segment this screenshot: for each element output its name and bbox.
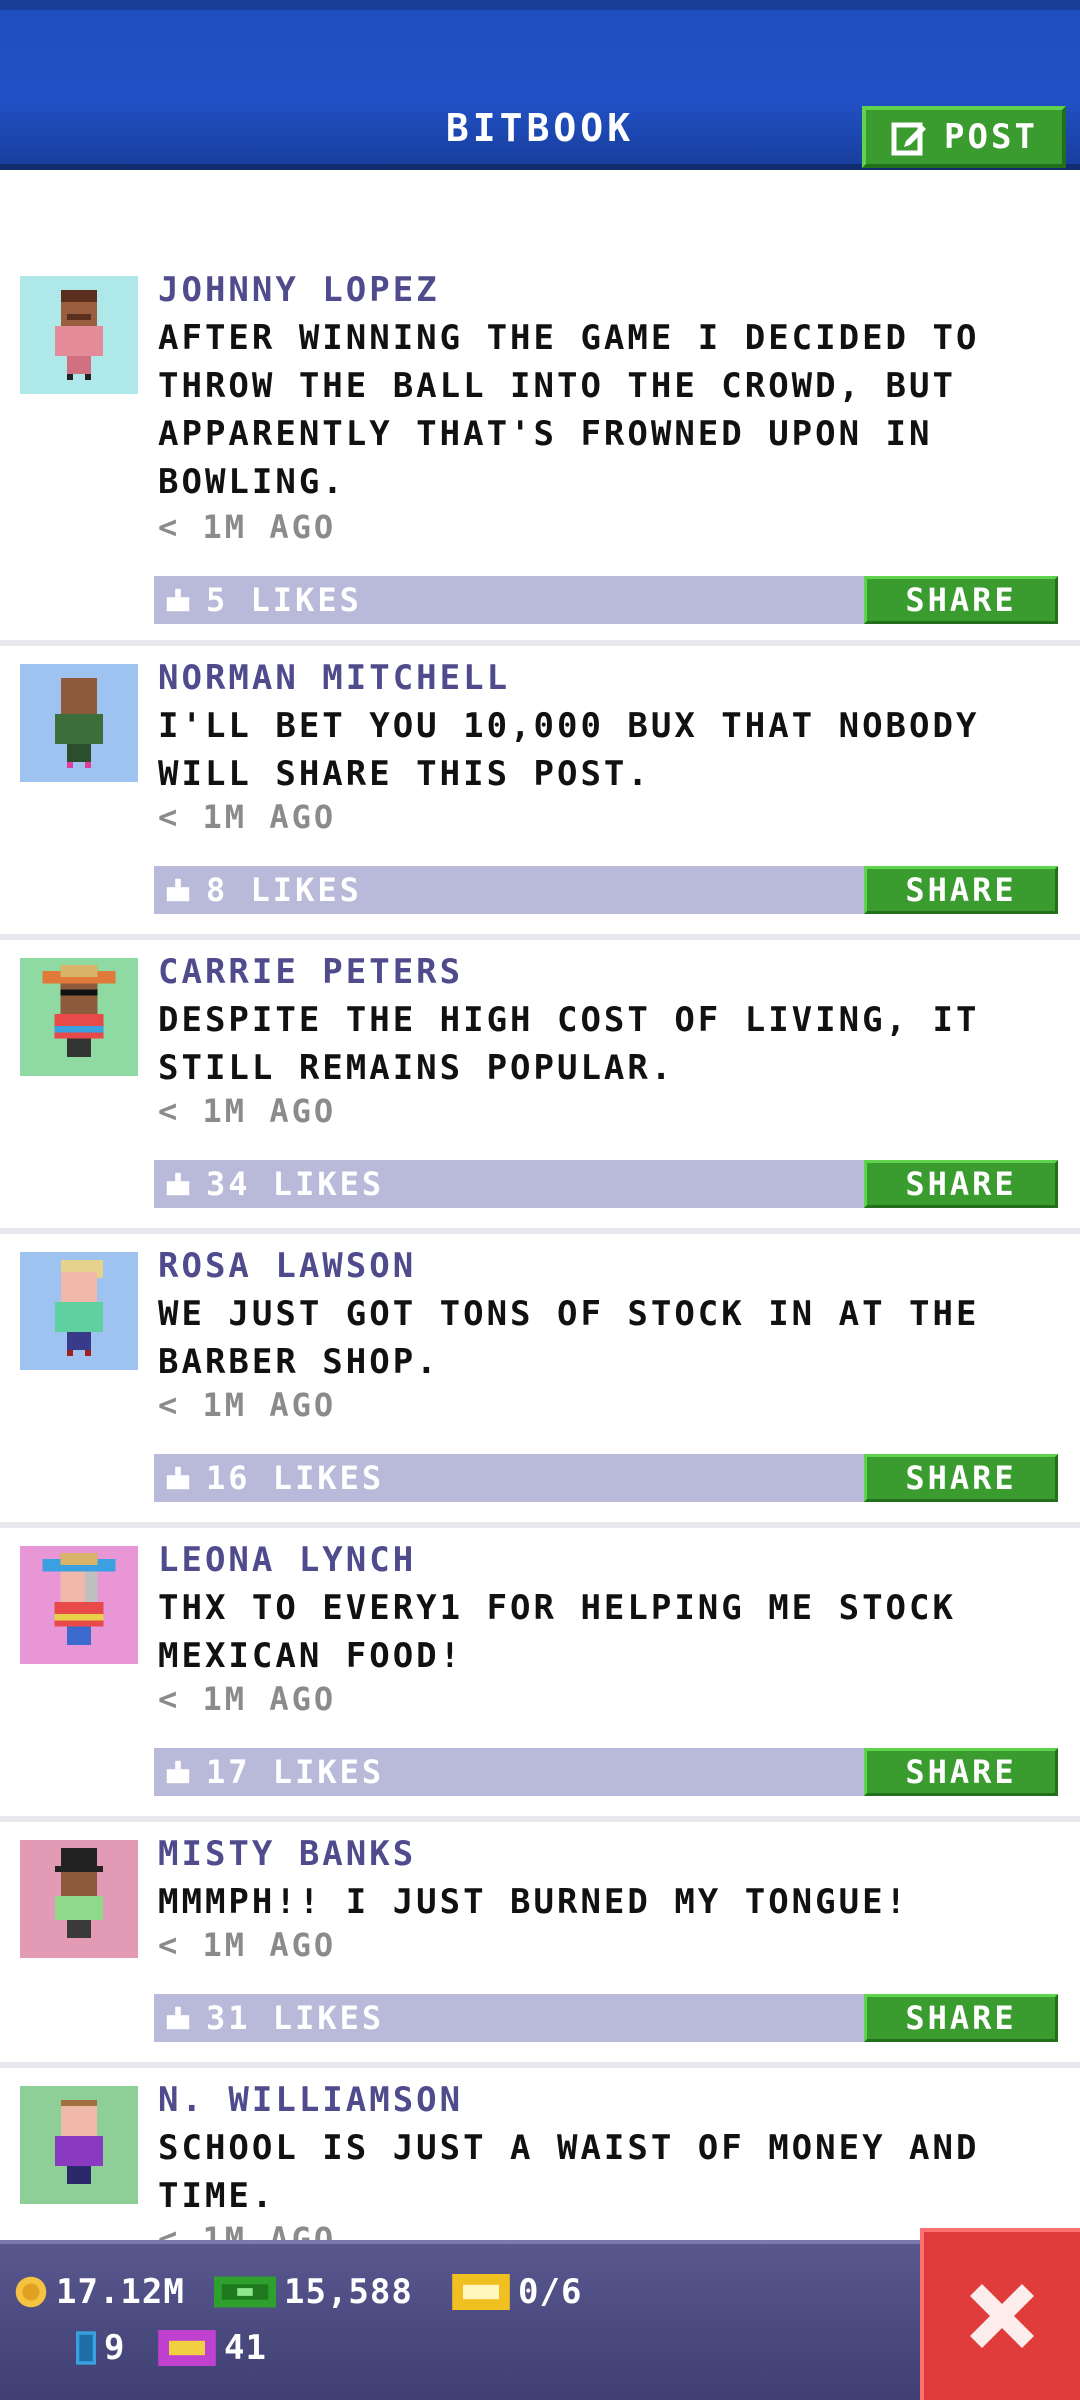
likes-bar: 16 LIKES SHARE xyxy=(154,1454,1058,1502)
coin-icon xyxy=(15,2276,47,2308)
feed-list[interactable]: JOHNNY LOPEZ AFTER WINNING THE GAME I DE… xyxy=(0,176,1080,2240)
feed-post: CARRIE PETERS DESPITE THE HIGH COST OF L… xyxy=(0,940,1080,1234)
post-author[interactable]: ROSA LAWSON xyxy=(158,1246,416,1286)
avatar xyxy=(20,958,138,1076)
post-text: DESPITE THE HIGH COST OF LIVING, IT STIL… xyxy=(158,1000,980,1088)
share-button[interactable]: SHARE xyxy=(864,1454,1058,1502)
post-button-label: POST xyxy=(944,117,1038,157)
post-text: SCHOOL IS JUST A WAIST OF MONEY AND TIME… xyxy=(158,2128,980,2216)
likes-count: 8 LIKES xyxy=(206,871,362,909)
tickets-stat: 0/6 xyxy=(452,2272,582,2312)
feed-post: LEONA LYNCH THX TO EVERY1 FOR HELPING ME… xyxy=(0,1528,1080,1822)
bux-stat: 15,588 xyxy=(214,2272,413,2312)
thumbs-up-icon xyxy=(166,588,190,612)
likes-bar: 8 LIKES SHARE xyxy=(154,866,1058,914)
post-text: MMMPH!! I JUST BURNED MY TONGUE! xyxy=(158,1882,910,1922)
likes-bar: 5 LIKES SHARE xyxy=(154,576,1058,624)
avatar xyxy=(20,2086,138,2204)
ticket-icon xyxy=(452,2274,510,2310)
tickets-value: 0/6 xyxy=(518,2272,583,2312)
close-icon xyxy=(970,2284,1034,2348)
likes-bar: 31 LIKES SHARE xyxy=(154,1994,1058,2042)
likes-count: 34 LIKES xyxy=(206,1165,385,1203)
thumbs-up-icon xyxy=(166,1760,190,1784)
post-time: < 1M AGO xyxy=(158,1092,337,1130)
vip-ticket-icon xyxy=(158,2330,216,2366)
edit-icon xyxy=(891,122,927,156)
bux-icon xyxy=(214,2276,276,2308)
bux-value: 15,588 xyxy=(284,2272,413,2312)
post-text: THX TO EVERY1 FOR HELPING ME STOCK MEXIC… xyxy=(158,1588,956,1676)
close-button[interactable] xyxy=(920,2228,1080,2400)
thumbs-up-icon xyxy=(166,878,190,902)
post-time: < 1M AGO xyxy=(158,508,337,546)
feed-post: MISTY BANKS MMMPH!! I JUST BURNED MY TON… xyxy=(0,1822,1080,2068)
likes-bar: 34 LIKES SHARE xyxy=(154,1160,1058,1208)
post-author[interactable]: CARRIE PETERS xyxy=(158,952,463,992)
likes-count: 31 LIKES xyxy=(206,1999,385,2037)
likes-count: 17 LIKES xyxy=(206,1753,385,1791)
post-time: < 1M AGO xyxy=(158,798,337,836)
feed-post: ROSA LAWSON WE JUST GOT TONS OF STOCK IN… xyxy=(0,1234,1080,1528)
post-author[interactable]: N. WILLIAMSON xyxy=(158,2080,463,2120)
post-author[interactable]: LEONA LYNCH xyxy=(158,1540,416,1580)
avatar xyxy=(20,664,138,782)
post-author[interactable]: MISTY BANKS xyxy=(158,1834,416,1874)
thumbs-up-icon xyxy=(166,1172,190,1196)
share-button[interactable]: SHARE xyxy=(864,1748,1058,1796)
post-text: I'LL BET YOU 10,000 BUX THAT NOBODY WILL… xyxy=(158,706,980,794)
feed-post: JOHNNY LOPEZ AFTER WINNING THE GAME I DE… xyxy=(0,176,1080,646)
post-time: < 1M AGO xyxy=(158,2220,337,2240)
avatar xyxy=(20,1840,138,1958)
thumbs-up-icon xyxy=(166,1466,190,1490)
thumbs-up-icon xyxy=(166,2006,190,2030)
post-time: < 1M AGO xyxy=(158,1926,337,1964)
likes-count: 5 LIKES xyxy=(206,581,362,619)
elevator-icon xyxy=(76,2331,96,2365)
feed-post: N. WILLIAMSON SCHOOL IS JUST A WAIST OF … xyxy=(0,2068,1080,2240)
avatar xyxy=(20,1252,138,1370)
feed-post: NORMAN MITCHELL I'LL BET YOU 10,000 BUX … xyxy=(0,646,1080,940)
post-author[interactable]: NORMAN MITCHELL xyxy=(158,658,510,698)
coins-stat: 17.12M xyxy=(14,2272,185,2312)
vip-value: 41 xyxy=(224,2328,267,2368)
post-time: < 1M AGO xyxy=(158,1386,337,1424)
coins-value: 17.12M xyxy=(56,2272,185,2312)
avatar xyxy=(20,1546,138,1664)
vip-stat: 41 xyxy=(158,2328,267,2368)
elevators-stat: 9 xyxy=(76,2328,125,2368)
share-button[interactable]: SHARE xyxy=(864,866,1058,914)
app-header: BITBOOK POST xyxy=(0,0,1080,170)
elevators-value: 9 xyxy=(104,2328,126,2368)
post-text: WE JUST GOT TONS OF STOCK IN AT THE BARB… xyxy=(158,1294,980,1382)
post-author[interactable]: JOHNNY LOPEZ xyxy=(158,270,440,310)
post-time: < 1M AGO xyxy=(158,1680,337,1718)
likes-count: 16 LIKES xyxy=(206,1459,385,1497)
status-bar: 17.12M 15,588 0/6 9 41 xyxy=(0,2240,1080,2400)
post-button[interactable]: POST xyxy=(862,106,1066,168)
avatar xyxy=(20,276,138,394)
share-button[interactable]: SHARE xyxy=(864,576,1058,624)
likes-bar: 17 LIKES SHARE xyxy=(154,1748,1058,1796)
post-text: AFTER WINNING THE GAME I DECIDED TO THRO… xyxy=(158,318,980,502)
share-button[interactable]: SHARE xyxy=(864,1994,1058,2042)
share-button[interactable]: SHARE xyxy=(864,1160,1058,1208)
